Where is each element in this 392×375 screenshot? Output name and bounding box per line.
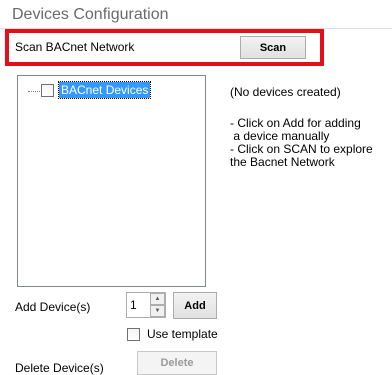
tree-node-bacnet-devices[interactable]: BACnet Devices <box>57 81 152 99</box>
page-title: Devices Configuration <box>12 6 169 23</box>
add-devices-label: Add Device(s) <box>15 300 91 314</box>
up-arrow-icon[interactable]: ▲ <box>150 293 165 305</box>
use-template-checkbox[interactable] <box>127 328 140 341</box>
help-text: - Click on Add for adding a device manua… <box>230 116 373 169</box>
down-arrow-icon[interactable]: ▼ <box>150 305 165 317</box>
delete-button[interactable]: Delete <box>137 351 217 375</box>
add-button[interactable]: Add <box>173 292 217 319</box>
bacnet-devices-checkbox[interactable] <box>41 84 54 97</box>
tree-connector-icon <box>28 91 42 92</box>
use-template-label: Use template <box>147 327 218 341</box>
delete-devices-label: Delete Device(s) <box>15 361 104 375</box>
no-devices-text: (No devices created) <box>230 85 341 99</box>
devices-tree[interactable] <box>17 75 206 287</box>
scan-button[interactable]: Scan <box>240 36 306 59</box>
quantity-stepper[interactable]: ▲ ▼ <box>150 293 165 317</box>
scan-network-label: Scan BACnet Network <box>15 40 135 54</box>
